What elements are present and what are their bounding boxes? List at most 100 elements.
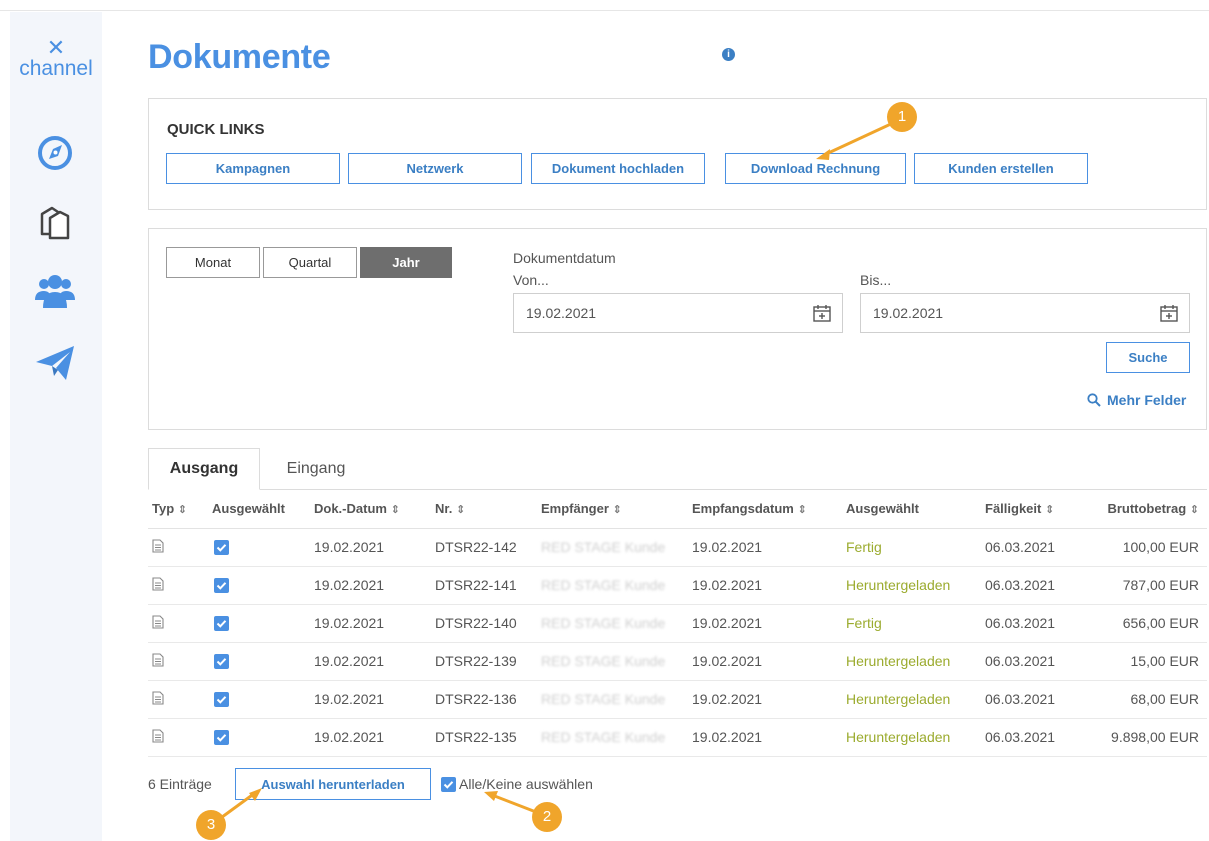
doc-date-cell: 19.02.2021 [310,718,431,757]
col-status: Ausgewählt [842,490,981,529]
table-row[interactable]: 19.02.2021 DTSR22-135 RED STAGE Kunde 19.02… [148,718,1207,757]
status-cell: Heruntergeladen [842,680,981,719]
quick-links-label: QUICK LINKS [167,121,265,138]
doc-type-cell [148,604,208,643]
recipient-cell: RED STAGE Kunde [537,680,688,719]
amount-cell: 787,00 EUR [1093,566,1207,605]
table-row[interactable]: 19.02.2021 DTSR22-136 RED STAGE Kunde 19.02… [148,680,1207,719]
search-button[interactable]: Suche [1106,342,1190,373]
col-dok-datum-label: Dok.-Datum [314,501,387,517]
users-icon[interactable] [32,270,78,316]
date-label: Dokumentdatum [513,250,616,266]
col-typ-label: Typ [152,501,175,517]
sort-icon: ⇕ [390,504,400,517]
selected-cell [208,566,310,605]
doc-date-cell: 19.02.2021 [310,680,431,719]
kampagnen-button[interactable]: Kampagnen [166,153,340,184]
from-label: Von... [513,272,549,288]
doc-number-cell: DTSR22-141 [431,566,537,605]
annotation-arrowhead [484,791,498,801]
document-icon[interactable] [152,538,164,553]
annotation-badge-3: 3 [196,810,226,840]
table-row[interactable]: 19.02.2021 DTSR22-139 RED STAGE Kunde 19.02… [148,642,1207,681]
col-empfaenger[interactable]: Empfänger ⇕ [537,490,688,529]
annotation-badge-2: 2 [532,802,562,832]
checkbox-checked-icon[interactable] [214,730,229,746]
checkbox-checked-icon[interactable] [441,776,456,792]
checkbox-checked-icon[interactable] [214,616,229,632]
to-label: Bis... [860,272,892,288]
table-row[interactable]: 19.02.2021 DTSR22-141 RED STAGE Kunde 19.02… [148,566,1207,605]
table-header-row: Typ ⇕ Ausgewählt Dok.-Datum ⇕ Nr. ⇕ Empf… [148,490,1207,529]
col-empfangsdatum[interactable]: Empfangsdatum ⇕ [688,490,842,529]
tab-ausgang[interactable]: Ausgang [148,448,260,490]
col-nr[interactable]: Nr. ⇕ [431,490,537,529]
checkbox-checked-icon[interactable] [214,692,229,708]
document-icon[interactable] [152,690,164,705]
sort-icon: ⇕ [612,504,622,517]
recipient-cell: RED STAGE Kunde [537,642,688,681]
checkbox-checked-icon[interactable] [214,654,229,670]
due-date-cell: 06.03.2021 [981,528,1093,567]
document-icon[interactable] [152,728,164,743]
col-bruttobetrag[interactable]: Bruttobetrag ⇕ [1093,490,1207,529]
documents-table: Typ ⇕ Ausgewählt Dok.-Datum ⇕ Nr. ⇕ Empf… [148,490,1207,757]
recipient-cell: RED STAGE Kunde [537,604,688,643]
doc-number-cell: DTSR22-142 [431,528,537,567]
due-date-cell: 06.03.2021 [981,566,1093,605]
amount-cell: 100,00 EUR [1093,528,1207,567]
period-monat-button[interactable]: Monat [166,247,260,278]
status-cell: Heruntergeladen [842,718,981,757]
more-fields-link[interactable]: Mehr Felder [1087,391,1193,409]
logo-mark: ✕ [46,35,66,60]
checkbox-checked-icon[interactable] [214,578,229,594]
documents-icon[interactable] [32,200,78,246]
received-date-cell: 19.02.2021 [688,718,842,757]
select-all-toggle[interactable]: Alle/Keine auswählen [441,776,593,792]
kunden-erstellen-button[interactable]: Kunden erstellen [914,153,1088,184]
doc-date-cell: 19.02.2021 [310,528,431,567]
period-quartal-button[interactable]: Quartal [263,247,357,278]
download-selection-button[interactable]: Auswahl herunterladen [235,768,431,800]
col-dok-datum[interactable]: Dok.-Datum ⇕ [310,490,431,529]
period-jahr-button[interactable]: Jahr [360,247,452,278]
col-nr-label: Nr. [435,501,453,517]
tab-eingang[interactable]: Eingang [260,448,372,490]
received-date-cell: 19.02.2021 [688,680,842,719]
selected-cell [208,642,310,681]
compass-icon[interactable] [32,130,78,176]
entries-count: 6 Einträge [148,776,212,792]
logo[interactable]: ✕ channel [10,35,102,80]
netzwerk-button[interactable]: Netzwerk [348,153,522,184]
doc-type-cell [148,642,208,681]
to-date-value: 19.02.2021 [873,305,944,321]
col-typ[interactable]: Typ ⇕ [148,490,208,529]
document-icon[interactable] [152,652,164,667]
download-rechnung-button[interactable]: Download Rechnung [725,153,906,184]
checkbox-checked-icon[interactable] [214,540,229,556]
col-bruttobetrag-label: Bruttobetrag [1107,501,1187,517]
due-date-cell: 06.03.2021 [981,718,1093,757]
calendar-icon[interactable] [812,303,832,323]
selected-cell [208,528,310,567]
recipient-cell: RED STAGE Kunde [537,566,688,605]
to-date-input[interactable]: 19.02.2021 [860,293,1190,333]
send-icon[interactable] [32,340,78,386]
col-faelligkeit[interactable]: Fälligkeit ⇕ [981,490,1093,529]
received-date-cell: 19.02.2021 [688,566,842,605]
dokument-hochladen-button[interactable]: Dokument hochladen [531,153,705,184]
from-date-value: 19.02.2021 [526,305,597,321]
info-icon[interactable]: i [722,48,735,61]
table-row[interactable]: 19.02.2021 DTSR22-140 RED STAGE Kunde 19.02… [148,604,1207,643]
doc-date-cell: 19.02.2021 [310,566,431,605]
document-icon[interactable] [152,576,164,591]
status-cell: Fertig [842,604,981,643]
received-date-cell: 19.02.2021 [688,528,842,567]
col-empfangsdatum-label: Empfangsdatum [692,501,794,517]
calendar-icon[interactable] [1159,303,1179,323]
top-divider [0,10,1209,11]
from-date-input[interactable]: 19.02.2021 [513,293,843,333]
document-icon[interactable] [152,614,164,629]
table-row[interactable]: 19.02.2021 DTSR22-142 RED STAGE Kunde 19.02… [148,528,1207,567]
selected-cell [208,718,310,757]
